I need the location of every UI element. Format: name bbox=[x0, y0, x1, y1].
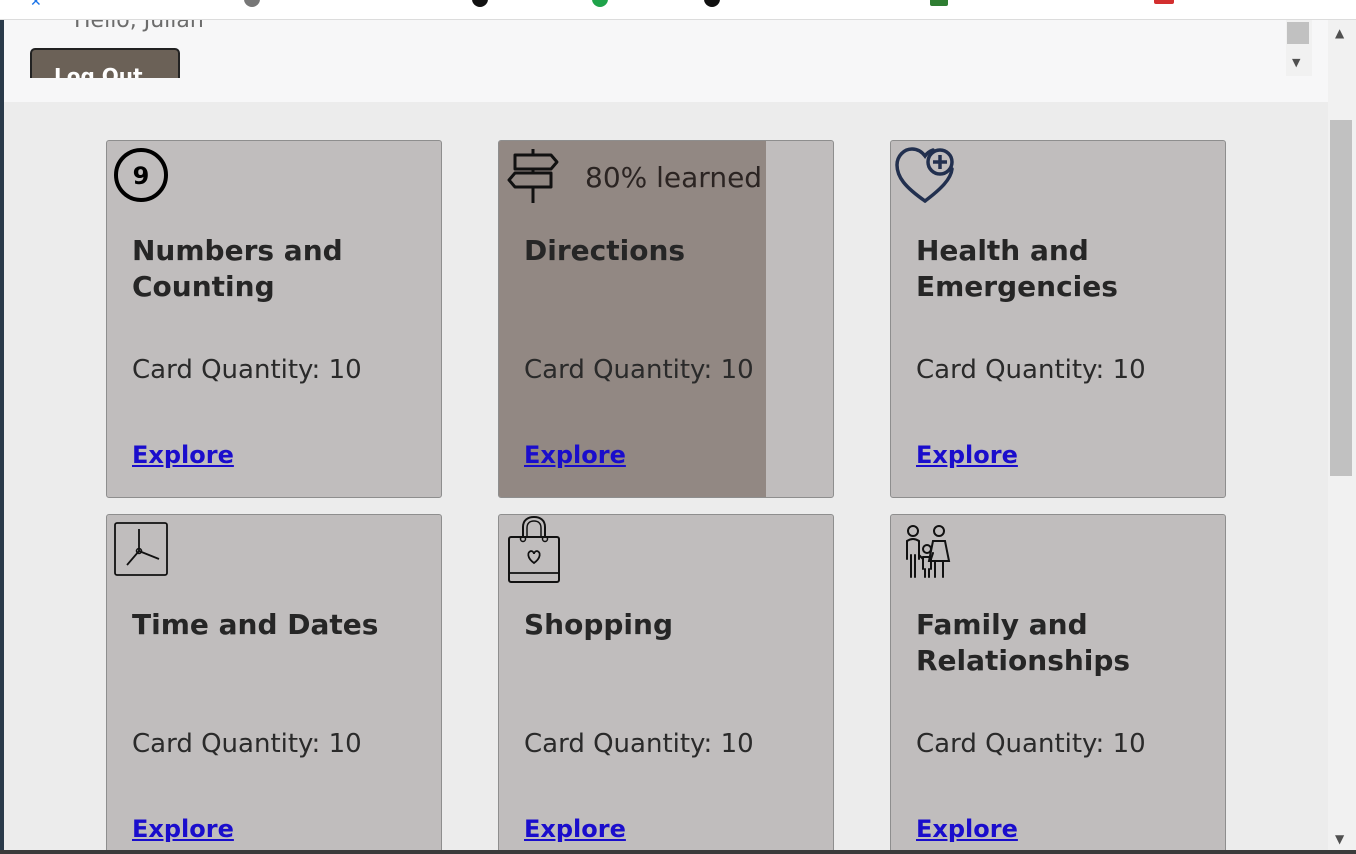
page-viewport: Hello, Julian Log Out ▼ 9 Numbers and Co… bbox=[4, 20, 1328, 850]
scroll-down-icon[interactable]: ▼ bbox=[1335, 832, 1344, 846]
category-card-time: Time and Dates Card Quantity: 10 Explore bbox=[106, 514, 442, 850]
explore-link[interactable]: Explore bbox=[132, 441, 234, 469]
bookmark-x-icon[interactable]: ✕ bbox=[30, 0, 42, 10]
number-nine-icon: 9 bbox=[113, 147, 171, 209]
window-bottom-edge bbox=[0, 850, 1356, 854]
explore-link[interactable]: Explore bbox=[524, 815, 626, 843]
header-scroll-down-icon[interactable]: ▼ bbox=[1292, 56, 1300, 69]
category-grid: 9 Numbers and Counting Card Quantity: 10… bbox=[4, 102, 1328, 850]
header-scrollbar-thumb[interactable] bbox=[1287, 22, 1309, 44]
card-quantity: Card Quantity: 10 bbox=[132, 729, 362, 759]
bookmark-red-icon[interactable] bbox=[1154, 0, 1174, 4]
card-quantity: Card Quantity: 10 bbox=[524, 729, 754, 759]
card-quantity: Card Quantity: 10 bbox=[132, 355, 362, 385]
shopping-bag-icon bbox=[507, 515, 561, 589]
bookmark-green-icon[interactable] bbox=[592, 0, 608, 7]
card-title: Health and Emergencies bbox=[916, 234, 1118, 303]
svg-text:9: 9 bbox=[133, 162, 150, 190]
card-title: Numbers and Counting bbox=[132, 234, 343, 303]
card-quantity: Card Quantity: 10 bbox=[916, 355, 1146, 385]
bookmarks-bar: ✕ bbox=[0, 0, 1356, 20]
scroll-up-icon[interactable]: ▲ bbox=[1335, 26, 1344, 40]
explore-link[interactable]: Explore bbox=[916, 815, 1018, 843]
card-title: Shopping bbox=[524, 608, 673, 641]
family-icon bbox=[903, 525, 953, 585]
greeting-text: Hello, Julian bbox=[74, 20, 204, 33]
learned-percentage: 80% learned bbox=[585, 161, 763, 194]
clock-icon bbox=[113, 521, 169, 581]
category-card-directions: 80% learned Directions Card Quantity: 10… bbox=[498, 140, 834, 498]
bookmark-dark-icon[interactable] bbox=[472, 0, 488, 7]
bookmark-square-icon[interactable] bbox=[930, 0, 948, 6]
card-title: Time and Dates bbox=[132, 608, 379, 641]
heart-plus-icon bbox=[893, 145, 957, 209]
card-quantity: Card Quantity: 10 bbox=[524, 355, 754, 385]
category-card-health: Health and Emergencies Card Quantity: 10… bbox=[890, 140, 1226, 498]
bookmark-github-icon[interactable] bbox=[704, 0, 720, 7]
explore-link[interactable]: Explore bbox=[916, 441, 1018, 469]
page-scrollbar-thumb[interactable] bbox=[1330, 120, 1352, 476]
explore-link[interactable]: Explore bbox=[132, 815, 234, 843]
explore-link[interactable]: Explore bbox=[524, 441, 626, 469]
category-card-numbers: 9 Numbers and Counting Card Quantity: 10… bbox=[106, 140, 442, 498]
logout-button[interactable]: Log Out bbox=[30, 48, 180, 78]
bookmark-globe-icon[interactable] bbox=[244, 0, 260, 7]
page-header: Hello, Julian Log Out ▼ bbox=[4, 20, 1328, 102]
card-title: Directions bbox=[524, 234, 686, 267]
card-quantity: Card Quantity: 10 bbox=[916, 729, 1146, 759]
category-card-family: Family and Relationships Card Quantity: … bbox=[890, 514, 1226, 850]
card-title: Family and Relationships bbox=[916, 608, 1131, 677]
category-card-shopping: Shopping Card Quantity: 10 Explore bbox=[498, 514, 834, 850]
signpost-icon bbox=[505, 147, 561, 209]
